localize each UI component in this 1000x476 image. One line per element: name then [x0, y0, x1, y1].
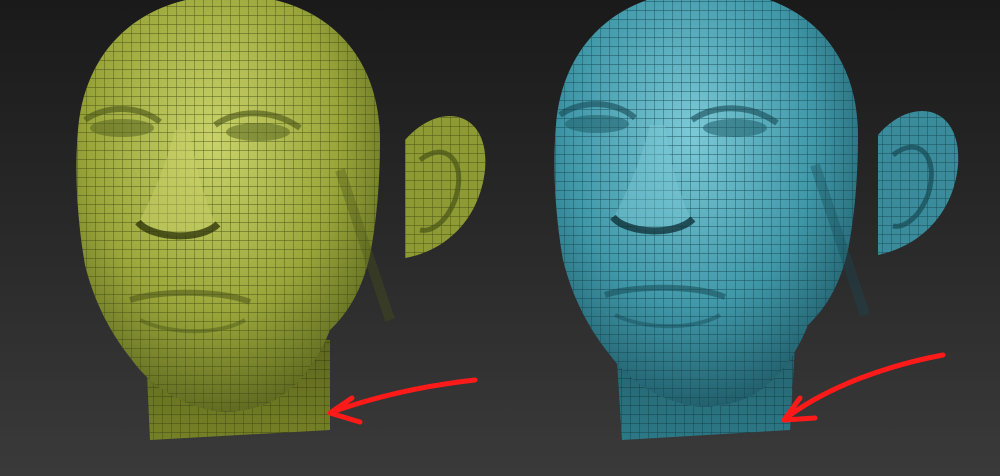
render-scene: [76, 0, 959, 440]
annotation-arrow-right: [781, 352, 946, 423]
left-head-model: [76, 0, 486, 440]
viewport: [0, 0, 1000, 476]
right-head-model: [554, 0, 959, 440]
annotation-arrow-left: [327, 377, 478, 425]
